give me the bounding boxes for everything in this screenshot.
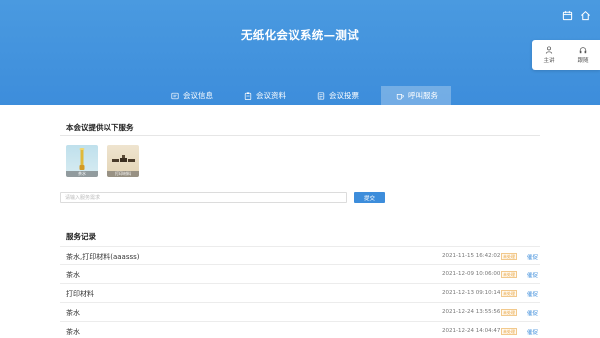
role-follow-label: 跟随 bbox=[577, 58, 589, 64]
status-badge: 未处理 bbox=[501, 271, 517, 278]
cup-icon bbox=[396, 93, 404, 100]
record-name: 茶水,打印材料(aaasss) bbox=[66, 253, 140, 261]
record-row: 茶水 2021-12-24 13:55:56 未处理 催促 bbox=[60, 303, 540, 322]
record-name: 茶水 bbox=[66, 328, 80, 336]
status-badge: 未处理 bbox=[501, 290, 517, 297]
service-card-tea[interactable]: 茶水 bbox=[66, 145, 98, 177]
record-time: 2021-12-13 09:10:14 bbox=[442, 290, 501, 296]
service-card-tea-caption: 茶水 bbox=[66, 171, 98, 177]
services-divider bbox=[60, 135, 540, 136]
tab-meeting-vote-label: 会议投票 bbox=[329, 91, 359, 100]
tab-meeting-vote[interactable]: 会议投票 bbox=[310, 86, 370, 105]
urge-link[interactable]: 催促 bbox=[527, 309, 538, 317]
urge-link[interactable]: 催促 bbox=[527, 271, 538, 279]
headphones-icon bbox=[579, 47, 587, 54]
records-title: 服务记录 bbox=[66, 232, 96, 241]
status-badge: 未处理 bbox=[501, 309, 517, 316]
main-tabs: 会议信息 会议资料 会议投票 呼叫服务 bbox=[0, 86, 600, 105]
urge-link[interactable]: 催促 bbox=[527, 328, 538, 336]
record-name: 茶水 bbox=[66, 271, 80, 279]
tab-call-service-label: 呼叫服务 bbox=[408, 91, 438, 100]
user-speaker-icon bbox=[545, 46, 553, 54]
record-name: 打印材料 bbox=[66, 290, 94, 298]
record-time: 2021-12-09 10:06:00 bbox=[442, 271, 501, 277]
role-switch-panel: 主讲 跟随 bbox=[532, 40, 600, 70]
status-badge: 未处理 bbox=[501, 328, 517, 335]
tab-meeting-docs-label: 会议资料 bbox=[256, 91, 286, 100]
status-badge: 未处理 bbox=[501, 253, 517, 260]
record-row: 打印材料 2021-12-13 09:10:14 未处理 催促 bbox=[60, 284, 540, 303]
role-speaker[interactable]: 主讲 bbox=[532, 40, 566, 70]
record-time: 2021-11-15 16:42:02 bbox=[442, 253, 501, 259]
meeting-info-icon bbox=[171, 92, 179, 99]
vote-icon bbox=[317, 91, 325, 100]
tab-meeting-docs[interactable]: 会议资料 bbox=[237, 86, 297, 105]
services-title: 本会议提供以下服务 bbox=[66, 123, 134, 132]
tab-meeting-info[interactable]: 会议信息 bbox=[164, 86, 224, 105]
service-card-print-caption: 打印材料 bbox=[107, 171, 139, 177]
urge-link[interactable]: 催促 bbox=[527, 290, 538, 298]
role-speaker-label: 主讲 bbox=[543, 58, 555, 64]
tab-call-service[interactable]: 呼叫服务 bbox=[381, 86, 451, 105]
record-row: 茶水 2021-12-24 14:04:47 未处理 催促 bbox=[60, 322, 540, 338]
page-title: 无纸化会议系统—测试 bbox=[241, 28, 359, 42]
record-time: 2021-12-24 14:04:47 bbox=[442, 328, 501, 334]
calendar-icon[interactable] bbox=[560, 8, 574, 22]
tab-meeting-info-label: 会议信息 bbox=[183, 91, 213, 100]
app-header: 无纸化会议系统—测试 主讲 跟随 会议信息 会议资料 会议投票 呼叫服务 bbox=[0, 0, 600, 105]
clipboard-icon bbox=[244, 91, 252, 100]
record-row: 茶水 2021-12-09 10:06:00 未处理 催促 bbox=[60, 265, 540, 284]
record-time: 2021-12-24 13:55:56 bbox=[442, 309, 501, 315]
record-name: 茶水 bbox=[66, 309, 80, 317]
role-follow[interactable]: 跟随 bbox=[566, 40, 600, 70]
service-remark-input[interactable] bbox=[60, 192, 347, 203]
urge-link[interactable]: 催促 bbox=[527, 253, 538, 261]
service-card-print[interactable]: 打印材料 bbox=[107, 145, 139, 177]
service-records-list: 茶水,打印材料(aaasss) 2021-11-15 16:42:02 未处理 … bbox=[60, 246, 540, 338]
submit-button[interactable]: 提交 bbox=[354, 192, 385, 203]
home-icon[interactable] bbox=[578, 8, 592, 22]
record-row: 茶水,打印材料(aaasss) 2021-11-15 16:42:02 未处理 … bbox=[60, 246, 540, 265]
